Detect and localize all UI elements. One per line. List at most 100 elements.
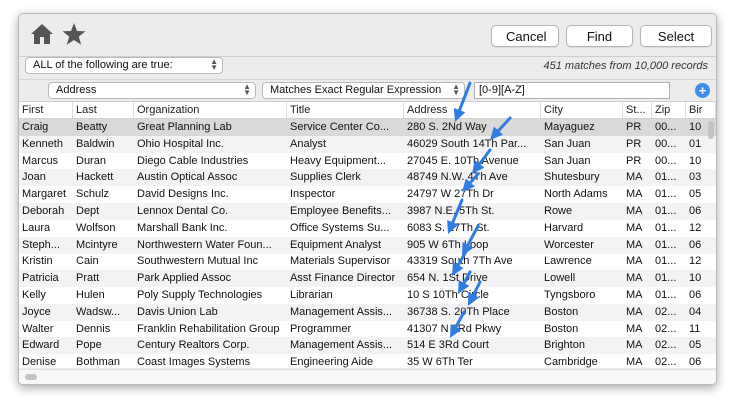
cell-zip: 00... xyxy=(655,121,677,133)
cell-organization: Poly Supply Technologies xyxy=(137,289,263,301)
cell-last: Hackett xyxy=(76,171,114,184)
cell-birth: 06 xyxy=(689,289,702,301)
column-header-title[interactable]: Title xyxy=(287,102,404,118)
cell-address: 48749 N.W. 4Th Ave xyxy=(407,171,508,184)
match-mode-label: ALL of the following are true: xyxy=(33,59,173,71)
cell-state: MA xyxy=(626,339,643,352)
cell-organization: David Designs Inc. xyxy=(137,188,229,201)
table-row[interactable]: Patricia Pratt Park Applied Assoc Asst Fina… xyxy=(19,270,716,288)
cell-zip: 01... xyxy=(655,272,677,285)
column-header-zip[interactable]: Zip xyxy=(652,102,686,118)
cell-title: Office Systems Su... xyxy=(290,221,390,234)
cell-last: Cain xyxy=(76,255,99,268)
scroll-thumb[interactable] xyxy=(25,374,37,380)
select-button[interactable]: Select xyxy=(640,25,712,47)
match-count: 451 matches from 10,000 records xyxy=(543,60,708,72)
cell-address: 514 E 3Rd Court xyxy=(407,339,489,352)
cell-city: San Juan xyxy=(544,137,591,150)
cell-zip: 02... xyxy=(655,339,677,352)
column-header-address[interactable]: Address xyxy=(404,102,541,118)
home-icon[interactable] xyxy=(29,21,55,47)
cell-state: MA xyxy=(626,255,643,268)
cell-birth: 05 xyxy=(689,188,702,201)
column-header-state[interactable]: St... xyxy=(623,102,652,118)
cancel-button[interactable]: Cancel xyxy=(491,25,559,47)
cell-last: Baldwin xyxy=(76,137,115,150)
cell-title: Materials Supervisor xyxy=(290,255,391,268)
vertical-scrollbar[interactable] xyxy=(708,121,714,139)
cell-first: Kristin xyxy=(22,255,53,268)
cell-last: Hulen xyxy=(76,289,105,301)
cell-address: 46029 South 14Th Par... xyxy=(407,137,527,150)
cell-state: PR xyxy=(626,137,642,150)
table-row[interactable]: Joan Hackett Austin Optical Assoc Supplies … xyxy=(19,169,716,187)
cell-last: Schulz xyxy=(76,188,110,201)
table-row[interactable]: Steph... Mcintyre Northwestern Water Foun.… xyxy=(19,236,716,254)
cell-city: Harvard xyxy=(544,221,584,234)
cell-first: Marcus xyxy=(22,154,59,167)
table-row[interactable]: Margaret Schulz David Designs Inc. Inspecto… xyxy=(19,186,716,203)
table-row[interactable]: Kenneth Baldwin Ohio Hospital Inc. Analyst 4… xyxy=(19,135,716,153)
cell-birth: 05 xyxy=(689,339,702,352)
cell-state: MA xyxy=(626,205,643,217)
cell-first: Laura xyxy=(22,221,51,234)
table-row[interactable]: Marcus Duran Diego Cable Industries Heavy E… xyxy=(19,153,716,170)
cell-zip: 01... xyxy=(655,205,677,217)
cell-last: Dept xyxy=(76,205,100,217)
table-header: First Last Organization Title Address City St.… xyxy=(19,102,716,119)
criterion-row: Address ▲ ▼ Matches Exact Regular Express… xyxy=(19,79,716,102)
cell-title: Supplies Clerk xyxy=(290,171,361,184)
cell-organization: Ohio Hospital Inc. xyxy=(137,137,224,150)
cell-address: 3987 N.E. 5Th St. xyxy=(407,205,495,217)
table-row[interactable]: Walter Dennis Franklin Rehabilitation Grou… xyxy=(19,321,716,338)
cell-address: 43319 South 7Th Ave xyxy=(407,255,513,268)
table-row[interactable]: Joyce Wadsw... Davis Union Lab Management A… xyxy=(19,303,716,321)
field-popup[interactable]: Address ▲ ▼ xyxy=(48,82,256,99)
cell-city: Cambridge xyxy=(544,356,598,368)
add-criterion-button[interactable]: + xyxy=(695,83,710,98)
cell-zip: 01... xyxy=(655,289,677,301)
table-row[interactable]: Kristin Cain Southwestern Mutual Inc Materi… xyxy=(19,253,716,270)
cell-title: Inspector xyxy=(290,188,336,201)
cell-title: Asst Finance Director xyxy=(290,272,396,285)
cell-title: Management Assis... xyxy=(290,339,393,352)
table-row[interactable]: Laura Wolfson Marshall Bank Inc. Office Sys… xyxy=(19,220,716,237)
table-row[interactable]: Kelly Hulen Poly Supply Technologies Librar… xyxy=(19,287,716,304)
results-table: First Last Organization Title Address City St.… xyxy=(19,101,716,368)
cell-birth: 04 xyxy=(689,305,702,318)
find-button[interactable]: Find xyxy=(566,25,633,47)
cell-organization: Northwestern Water Foun... xyxy=(137,238,272,251)
regex-value-field[interactable]: [0-9][A-Z] xyxy=(474,82,670,99)
column-header-organization[interactable]: Organization xyxy=(134,102,287,118)
cell-state: MA xyxy=(626,305,643,318)
column-header-last[interactable]: Last xyxy=(73,102,134,118)
table-row[interactable]: Deborah Dept Lennox Dental Co. Employee Ben… xyxy=(19,203,716,220)
cell-state: MA xyxy=(626,356,643,368)
table-row[interactable]: Craig Beatty Great Planning Lab Service Cen… xyxy=(19,119,716,136)
cell-title: Engineering Aide xyxy=(290,356,374,368)
cell-title: Programmer xyxy=(290,322,352,335)
operator-popup[interactable]: Matches Exact Regular Expression ▲ ▼ xyxy=(262,82,465,99)
cell-title: Equipment Analyst xyxy=(290,238,382,251)
cell-first: Kenneth xyxy=(22,137,63,150)
column-header-city[interactable]: City xyxy=(541,102,623,118)
column-header-birth[interactable]: Bir xyxy=(686,102,716,118)
cell-organization: Franklin Rehabilitation Group xyxy=(137,322,280,335)
cell-first: Craig xyxy=(22,121,49,133)
cell-state: MA xyxy=(626,188,643,201)
cell-city: Shutesbury xyxy=(544,171,600,184)
table-row[interactable]: Denise Bothman Coast Images Systems Enginee… xyxy=(19,354,716,368)
cell-birth: 06 xyxy=(689,205,702,217)
match-mode-popup[interactable]: ALL of the following are true: ▲ ▼ xyxy=(25,57,223,74)
cell-organization: Diego Cable Industries xyxy=(137,154,249,167)
cell-last: Pratt xyxy=(76,272,100,285)
star-icon[interactable] xyxy=(61,21,87,47)
horizontal-scrollbar[interactable] xyxy=(19,369,716,384)
cell-title: Employee Benefits... xyxy=(290,205,391,217)
cell-state: MA xyxy=(626,272,643,285)
column-header-first[interactable]: First xyxy=(19,102,73,118)
cell-first: Walter xyxy=(22,322,54,335)
cell-address: 27045 E. 10Th Avenue xyxy=(407,154,519,167)
cell-zip: 02... xyxy=(655,322,677,335)
table-row[interactable]: Edward Pope Century Realtors Corp. Manageme… xyxy=(19,337,716,355)
